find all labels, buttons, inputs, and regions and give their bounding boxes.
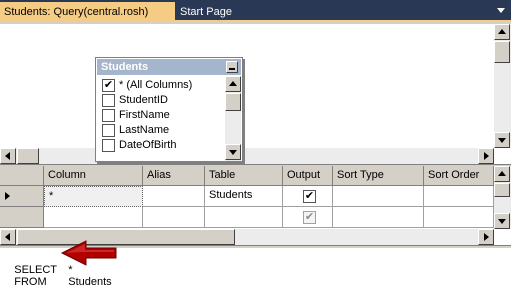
column-checkbox[interactable] — [102, 124, 115, 137]
column-item-firstname[interactable]: FirstName — [100, 108, 224, 123]
minimize-icon[interactable] — [226, 61, 238, 73]
diagram-vertical-scrollbar[interactable] — [494, 24, 511, 148]
column-item-all[interactable]: ✔ * (All Columns) — [100, 78, 224, 93]
scroll-left-icon[interactable] — [0, 229, 16, 245]
grid-cell-table[interactable] — [205, 207, 283, 228]
grid-header-sort-type[interactable]: Sort Type — [333, 166, 424, 186]
grid-cell-sort-type[interactable] — [333, 207, 424, 228]
scroll-thumb[interactable] — [225, 93, 241, 111]
current-row-icon — [5, 192, 10, 200]
table-box-scrollbar[interactable] — [225, 76, 241, 161]
annotation-arrow-icon — [60, 240, 117, 266]
scroll-right-icon[interactable] — [478, 148, 494, 164]
scroll-thumb[interactable] — [494, 183, 510, 197]
grid-cell-alias[interactable] — [143, 207, 205, 228]
scroll-thumb[interactable] — [17, 148, 39, 164]
column-checkbox[interactable] — [102, 109, 115, 122]
scroll-up-icon[interactable] — [494, 24, 510, 40]
students-table-box[interactable]: Students ✔ * (All Columns) StudentID Fir… — [95, 57, 243, 162]
scroll-right-icon[interactable] — [478, 229, 494, 245]
sql-line-from: FROM Students — [2, 264, 112, 292]
column-item-lastname[interactable]: LastName — [100, 123, 224, 138]
scroll-down-icon[interactable] — [494, 213, 510, 229]
diagram-horizontal-scrollbar[interactable] — [0, 148, 494, 164]
column-item-label: DateOfBirth — [119, 139, 177, 151]
grid-header-table[interactable]: Table — [205, 166, 283, 186]
grid-header-column[interactable]: Column — [44, 166, 143, 186]
column-item-label: LastName — [119, 124, 170, 136]
column-checkbox[interactable] — [102, 94, 115, 107]
grid-cell-sort-order[interactable] — [424, 186, 494, 207]
grid-row-selector[interactable] — [0, 186, 44, 207]
sql-keyword: FROM — [14, 276, 47, 288]
column-item-label: StudentID — [119, 94, 168, 106]
criteria-grid-pane[interactable]: Column Alias Table Output Sort Type Sort… — [0, 166, 511, 246]
column-checkbox[interactable] — [102, 139, 115, 152]
scroll-down-icon[interactable] — [494, 132, 510, 148]
grid-header-output[interactable]: Output — [283, 166, 333, 186]
table-column-list: ✔ * (All Columns) StudentID FirstName La… — [100, 78, 224, 153]
scroll-down-icon[interactable] — [225, 144, 241, 160]
column-item-studentid[interactable]: StudentID — [100, 93, 224, 108]
grid-cell-alias[interactable] — [143, 186, 205, 207]
grid-row-selector[interactable] — [0, 207, 44, 228]
document-tab-strip: Students: Query(central.rosh) Start Page — [0, 0, 511, 22]
table-box-title[interactable]: Students — [97, 59, 241, 75]
grid-corner-header — [0, 166, 44, 186]
scroll-left-icon[interactable] — [0, 148, 16, 164]
column-item-dateofbirth[interactable]: DateOfBirth — [100, 138, 224, 153]
grid-cell-sort-order[interactable] — [424, 207, 494, 228]
column-item-label: FirstName — [119, 109, 170, 121]
grid-header-alias[interactable]: Alias — [143, 166, 205, 186]
scroll-thumb[interactable] — [17, 229, 235, 245]
tab-start-page[interactable]: Start Page — [178, 2, 244, 22]
grid-cell-sort-type[interactable] — [333, 186, 424, 207]
diagram-pane[interactable]: Students ✔ * (All Columns) StudentID Fir… — [0, 24, 511, 165]
sql-from-table: Students — [68, 276, 112, 288]
column-item-label: * (All Columns) — [119, 79, 193, 91]
output-checkbox[interactable]: ✔ — [303, 211, 316, 224]
grid-vertical-scrollbar[interactable] — [494, 166, 511, 229]
table-box-title-text: Students — [101, 61, 149, 73]
scroll-up-icon[interactable] — [225, 76, 241, 92]
grid-header-sort-order[interactable]: Sort Order — [424, 166, 494, 186]
output-checkbox[interactable]: ✔ — [303, 190, 316, 203]
column-checkbox[interactable]: ✔ — [102, 79, 115, 92]
tab-list-dropdown-icon[interactable] — [497, 8, 505, 13]
grid-cell-output[interactable]: ✔ — [283, 207, 333, 228]
grid-cell-table[interactable]: Students — [205, 186, 283, 207]
scroll-thumb[interactable] — [494, 41, 510, 63]
grid-cell-column[interactable] — [44, 207, 143, 228]
grid-cell-column[interactable]: * — [44, 186, 143, 207]
grid-cell-output[interactable]: ✔ — [283, 186, 333, 207]
tab-query-document[interactable]: Students: Query(central.rosh) — [0, 2, 175, 22]
scroll-up-icon[interactable] — [494, 166, 510, 182]
